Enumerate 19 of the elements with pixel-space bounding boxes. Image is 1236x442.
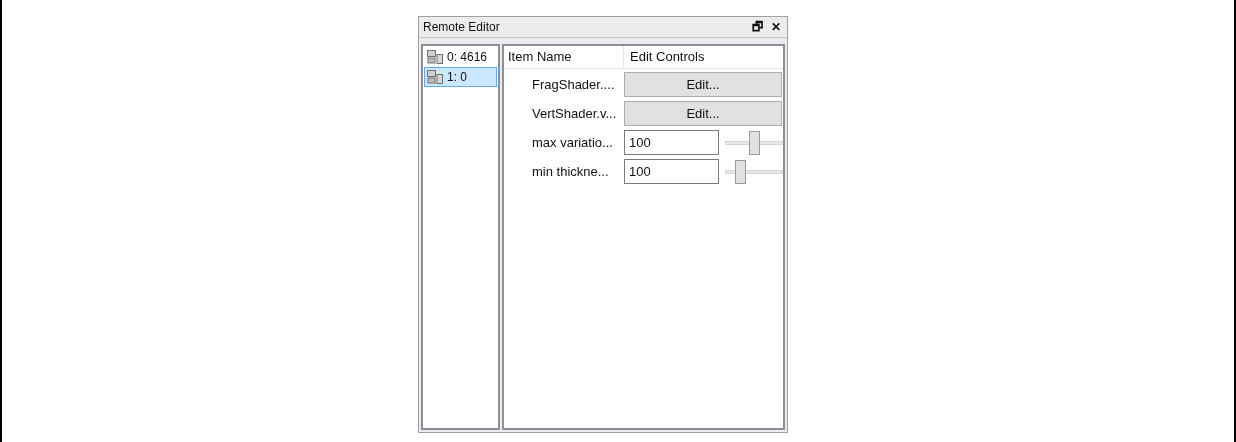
close-button[interactable]: ✕ xyxy=(769,21,783,33)
connection-item[interactable]: 0: 4616 xyxy=(424,47,497,67)
computers-icon xyxy=(427,70,443,84)
computers-icon xyxy=(427,50,443,64)
window-title: Remote Editor xyxy=(423,19,500,36)
value-field[interactable]: 100 xyxy=(624,159,719,184)
edit-button[interactable]: Edit... xyxy=(624,101,782,126)
column-header[interactable]: Item Name xyxy=(504,46,624,68)
slider-thumb[interactable] xyxy=(748,130,760,155)
slider-thumb[interactable] xyxy=(735,159,746,184)
edit-button[interactable]: Edit... xyxy=(624,72,782,97)
item-name: max variatio... xyxy=(531,133,614,152)
item-name: FragShader.... xyxy=(531,75,616,94)
item-name: min thickne... xyxy=(531,162,610,181)
column-header[interactable]: Edit Controls xyxy=(624,46,783,68)
restore-button[interactable]: 🗗 xyxy=(750,21,765,33)
item-name: VertShader.v... xyxy=(531,104,618,123)
value-field[interactable]: 100 xyxy=(624,130,719,155)
connection-item[interactable]: 1: 0 xyxy=(424,67,497,87)
